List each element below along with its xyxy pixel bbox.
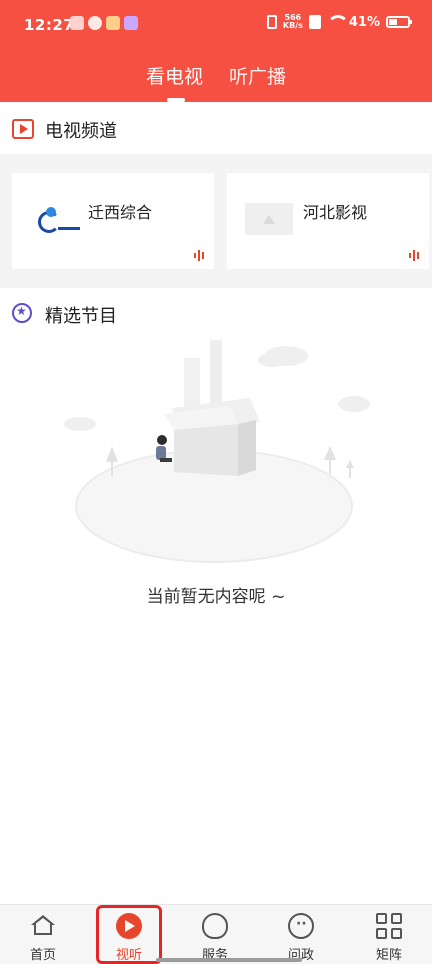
channel-list: 迁西综合 河北影视	[0, 154, 432, 288]
section-title: 精选节目	[45, 306, 117, 327]
notification-icons	[70, 16, 138, 30]
channel-name: 迁西综合	[88, 203, 153, 222]
grid-icon	[376, 913, 402, 939]
status-right: 566 KB/s 41%	[266, 14, 412, 30]
net-speed: 566 KB/s	[283, 14, 303, 30]
audio-bars-icon	[409, 249, 421, 261]
home-indicator[interactable]	[156, 958, 302, 962]
play-box-icon	[12, 119, 34, 139]
heart-icon	[202, 913, 228, 939]
sim-icon	[308, 15, 321, 29]
nav-item-home[interactable]: 首页	[0, 905, 86, 964]
net-speed-unit: KB/s	[282, 21, 303, 30]
notification-icon	[70, 16, 84, 30]
vibrate-icon	[266, 15, 277, 29]
nav-item-ask[interactable]: 问政	[258, 905, 344, 964]
section-title: 电视频道	[45, 121, 117, 142]
audio-bars-icon	[194, 249, 206, 261]
channel-logo-icon	[36, 207, 84, 239]
image-placeholder-icon	[245, 203, 293, 235]
nav-label: 矩阵	[375, 948, 402, 963]
nav-item-service[interactable]: 服务	[172, 905, 258, 964]
channel-card-hebei[interactable]: 河北影视	[227, 173, 429, 269]
tv-section-header: 电视频道	[0, 102, 432, 154]
bottom-nav: 首页 视听 服务 问政 矩阵	[0, 904, 432, 964]
tab-watch-tv[interactable]: 看电视	[146, 62, 203, 89]
wifi-icon	[326, 15, 349, 29]
top-tabs: 看电视 听广播	[0, 58, 432, 102]
empty-state-illustration	[64, 340, 370, 563]
channel-name: 河北影视	[303, 203, 368, 222]
battery-percent: 41%	[348, 14, 380, 30]
battery-icon	[386, 16, 412, 28]
notification-icon	[88, 16, 102, 30]
tab-listen-radio[interactable]: 听广播	[229, 62, 286, 89]
empty-state-text: 当前暂无内容呢 ~	[146, 587, 286, 607]
channel-card-qianxi[interactable]: 迁西综合	[12, 173, 214, 269]
header: 12:27 566 KB/s 41% 看电视 听广播	[0, 0, 432, 102]
status-bar: 12:27 566 KB/s 41%	[0, 0, 432, 50]
notification-icon	[106, 16, 120, 30]
notification-icon	[124, 16, 138, 30]
status-time: 12:27	[24, 16, 75, 34]
active-nav-highlight	[96, 905, 162, 964]
nav-item-matrix[interactable]: 矩阵	[346, 905, 432, 964]
nav-label: 首页	[29, 948, 56, 963]
star-icon: ★	[12, 301, 37, 325]
chat-icon	[288, 913, 314, 939]
selected-programs-section: ★ 精选节目 当前暂无内容呢 ~	[0, 288, 432, 904]
